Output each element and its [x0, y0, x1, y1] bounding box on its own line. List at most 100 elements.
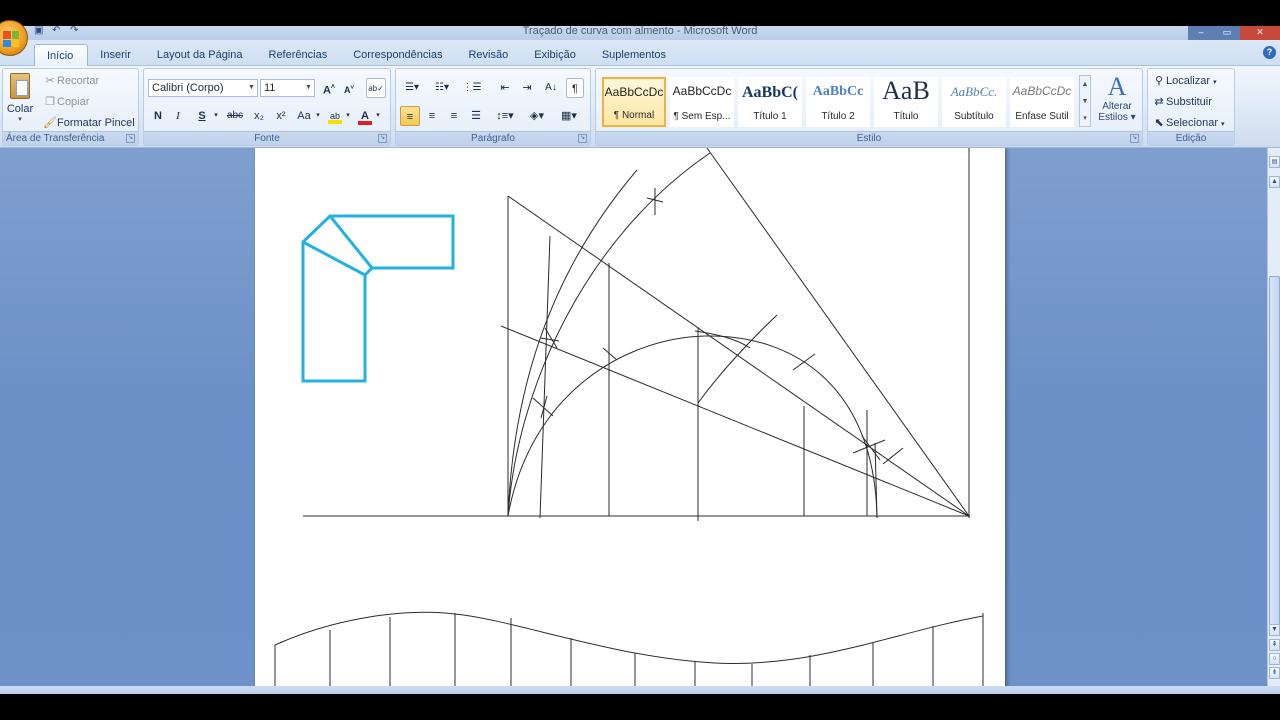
next-page-icon[interactable]: ⇟	[1269, 667, 1280, 679]
chevron-down-icon[interactable]: ▾	[374, 106, 382, 126]
construction-drawing	[303, 148, 970, 521]
grow-font-button[interactable]: A˄	[320, 78, 338, 98]
tab-inicio[interactable]: Início	[34, 44, 89, 66]
chevron-down-icon: ▾	[1221, 121, 1225, 128]
line-spacing-icon[interactable]: ↕≡▾	[492, 106, 518, 126]
style-sample: AaBbC(	[741, 84, 798, 101]
show-marks-icon[interactable]: ¶	[566, 78, 584, 98]
italic-button[interactable]: I	[170, 106, 186, 126]
copy-label: Copiar	[57, 96, 90, 108]
chevron-down-icon[interactable]: ▼	[1080, 93, 1090, 110]
ruler-toggle-icon[interactable]: ▤	[1269, 156, 1280, 168]
drawing-canvas	[274, 148, 984, 686]
shading-icon[interactable]: ◈▾	[524, 106, 550, 126]
browse-object-icon[interactable]: ○	[1269, 653, 1280, 665]
font-group: Calibri (Corpo) ▼ 11 ▼ A˄ A˅ ab✓ N I S ▾…	[143, 68, 391, 146]
change-styles-icon: A	[1107, 72, 1127, 101]
tab-inserir[interactable]: Inserir	[88, 44, 145, 66]
chevron-down-icon[interactable]: ▾	[212, 106, 220, 126]
justify-icon[interactable]: ☰	[466, 106, 486, 126]
help-icon[interactable]: ?	[1263, 46, 1276, 59]
style-normal[interactable]: AaBbCcDc ¶ Normal	[602, 77, 666, 127]
bullets-icon[interactable]: ☰▾	[400, 78, 424, 98]
style-titulo-2[interactable]: AaBbCc Título 2	[806, 77, 870, 127]
increase-indent-icon[interactable]: ⇥	[518, 78, 536, 98]
shrink-font-button[interactable]: A˅	[340, 78, 358, 98]
styles-scroll[interactable]: ▲ ▼ ▾	[1079, 75, 1091, 127]
tab-referencias[interactable]: Referências	[257, 44, 342, 66]
sort-icon[interactable]: A↓	[542, 78, 560, 98]
style-subtitulo[interactable]: AaBbCc. Subtítulo	[942, 77, 1006, 127]
chevron-down-icon: ▼	[305, 84, 312, 91]
bold-button[interactable]: N	[150, 106, 166, 126]
tab-exibicao[interactable]: Exibição	[522, 44, 590, 66]
document-page[interactable]	[255, 148, 1005, 686]
dialog-launcher-icon[interactable]: ↘	[1130, 134, 1139, 143]
style-name: ¶ Sem Esp...	[673, 111, 731, 122]
font-size-combo[interactable]: 11 ▼	[260, 79, 315, 97]
close-icon[interactable]: ✕	[1240, 26, 1280, 40]
previous-page-icon[interactable]: ⇞	[1269, 639, 1280, 651]
clear-formatting-icon[interactable]: ab✓	[366, 78, 386, 98]
style-name: Título 2	[821, 111, 855, 122]
style-sem-espacamento[interactable]: AaBbCcDc ¶ Sem Esp...	[670, 77, 734, 127]
tab-layout-da-pagina[interactable]: Layout da Página	[145, 44, 257, 66]
font-family-combo[interactable]: Calibri (Corpo) ▼	[148, 79, 258, 97]
style-sample: AaB	[882, 76, 930, 105]
font-size-value: 11	[264, 82, 276, 94]
clipboard-group-label: Área de Transferência	[3, 131, 138, 145]
window-controls: – ▭ ✕	[1188, 26, 1280, 40]
clipboard-icon	[10, 73, 30, 99]
underline-button[interactable]: S	[194, 106, 210, 126]
decrease-indent-icon[interactable]: ⇤	[496, 78, 514, 98]
copy-button[interactable]: ❐ Copiar	[43, 95, 89, 108]
multilevel-list-icon[interactable]: ⋮☰	[460, 78, 484, 98]
tab-revisao[interactable]: Revisão	[456, 44, 522, 66]
elbow-shape[interactable]	[301, 214, 455, 383]
strikethrough-button[interactable]: abc	[224, 106, 246, 126]
chevron-up-icon[interactable]: ▲	[1080, 76, 1090, 93]
style-titulo[interactable]: AaB Título	[874, 76, 938, 127]
paragraph-group-label: Parágrafo	[396, 131, 590, 145]
change-styles-button[interactable]: A Alterar Estilos ▾	[1094, 73, 1140, 131]
chevron-down-icon[interactable]: ▾	[314, 106, 322, 126]
subscript-button[interactable]: x₂	[250, 106, 268, 126]
ribbon-tabs-bar: Início Inserir Layout da Página Referênc…	[0, 40, 1280, 66]
superscript-button[interactable]: x²	[272, 106, 290, 126]
align-left-icon[interactable]: ≡	[400, 106, 420, 126]
paste-button[interactable]: Colar ▾	[5, 73, 35, 129]
format-painter-label: Formatar Pincel	[57, 117, 135, 129]
dialog-launcher-icon[interactable]: ↘	[578, 134, 587, 143]
change-case-button[interactable]: Aa	[294, 106, 314, 126]
align-center-icon[interactable]: ≡	[422, 106, 442, 126]
highlight-icon[interactable]: ab	[326, 106, 344, 126]
cut-button[interactable]: ✂ Recortar	[43, 74, 99, 87]
chevron-down-icon[interactable]: ▾	[344, 106, 352, 126]
replace-button[interactable]: ⇄ Substituir	[1152, 95, 1212, 108]
align-right-icon[interactable]: ≡	[444, 106, 464, 126]
format-painter-button[interactable]: 🖌Formatar Pincel	[43, 116, 135, 129]
chevron-down-icon[interactable]: ▼	[1269, 624, 1280, 636]
scrollbar-thumb[interactable]	[1269, 276, 1280, 636]
chevron-down-icon: ▼	[248, 84, 255, 91]
replace-label: Substituir	[1166, 96, 1212, 108]
title-bar: ▣ ↶ ↷ Traçado de curva com almento - Mic…	[0, 26, 1280, 40]
more-icon[interactable]: ▾	[1080, 110, 1090, 127]
find-button[interactable]: ⚲ Localizar ▾	[1152, 74, 1217, 87]
borders-icon[interactable]: ▦▾	[556, 106, 582, 126]
tab-correspondencias[interactable]: Correspondências	[341, 44, 456, 66]
dialog-launcher-icon[interactable]: ↘	[126, 134, 135, 143]
style-name: Título	[893, 111, 919, 122]
style-enfase-sutil[interactable]: AaBbCcDc Ênfase Sutil	[1010, 77, 1074, 127]
minimize-icon[interactable]: –	[1188, 26, 1214, 40]
numbering-icon[interactable]: ☷▾	[430, 78, 454, 98]
styles-group: AaBbCcDc ¶ Normal AaBbCcDc ¶ Sem Esp... …	[595, 68, 1143, 146]
font-color-icon[interactable]: A	[356, 106, 374, 126]
tab-suplementos[interactable]: Suplementos	[590, 44, 680, 66]
chevron-up-icon[interactable]: ▲	[1269, 176, 1280, 188]
style-titulo-1[interactable]: AaBbC( Título 1	[738, 77, 802, 127]
maximize-icon[interactable]: ▭	[1214, 26, 1240, 40]
select-button[interactable]: ⬉ Selecionar ▾	[1152, 116, 1225, 129]
dialog-launcher-icon[interactable]: ↘	[378, 134, 387, 143]
vertical-scrollbar[interactable]: ▤ ▲ ▼ ⇞ ○ ⇟	[1267, 148, 1280, 686]
